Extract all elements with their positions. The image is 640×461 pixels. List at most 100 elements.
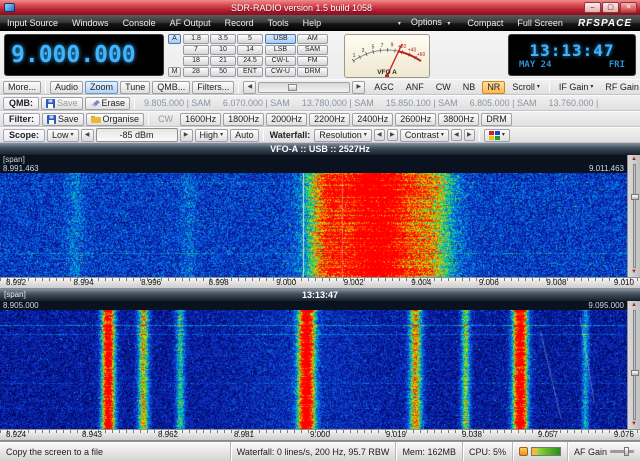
- frequency-scale-top[interactable]: 8.992 8.994 8.996 8.998 9.000 9.002 9.00…: [0, 277, 640, 289]
- scope-level-down-icon[interactable]: ◀: [81, 129, 94, 142]
- qmb-memory-2[interactable]: 6.070.000 | SAM: [218, 98, 295, 108]
- band-button-50[interactable]: 50: [210, 67, 236, 77]
- filter-2000hz-button[interactable]: 2000Hz: [266, 113, 307, 126]
- resolution-down-icon[interactable]: ◀: [374, 129, 385, 141]
- memory-button[interactable]: M: [168, 67, 181, 77]
- menu-record[interactable]: Record: [218, 15, 261, 31]
- tune-button[interactable]: Tune: [120, 81, 150, 94]
- slider-track[interactable]: [633, 164, 636, 268]
- menu-compact[interactable]: Compact: [460, 15, 510, 31]
- menu-af-output[interactable]: AF Output: [163, 15, 218, 31]
- menu-full-screen[interactable]: Full Screen: [510, 15, 570, 31]
- chevron-down-icon[interactable]: ▾: [395, 20, 404, 27]
- anf-toggle[interactable]: ANF: [401, 81, 429, 94]
- waterfall-resolution-dropdown[interactable]: Resolution▾: [314, 129, 372, 142]
- contrast-down-icon[interactable]: ◀: [451, 129, 462, 141]
- slider-thumb[interactable]: [631, 370, 639, 376]
- maximize-button[interactable]: ▢: [602, 2, 619, 13]
- slider-track[interactable]: [633, 310, 636, 420]
- scope-level-up-icon[interactable]: ▶: [180, 129, 193, 142]
- filter-save-button[interactable]: Save: [42, 113, 84, 126]
- frequency-display[interactable]: 9.000.000: [4, 34, 164, 76]
- band-button-18[interactable]: 18: [183, 56, 209, 66]
- qmb-erase-button[interactable]: Erase: [85, 97, 131, 110]
- scope-low-dropdown[interactable]: Low▾: [47, 129, 79, 142]
- scope-high-dropdown[interactable]: High▾: [195, 129, 229, 142]
- resolution-up-icon[interactable]: ▶: [387, 129, 398, 141]
- mode-button-cw-u[interactable]: CW-U: [265, 67, 296, 77]
- triangle-up-icon[interactable]: ▲: [631, 156, 637, 163]
- menu-console[interactable]: Console: [116, 15, 163, 31]
- zoom-slider[interactable]: [258, 82, 350, 93]
- qmb-memory-6[interactable]: 13.760.000 |: [543, 98, 603, 108]
- audio-button[interactable]: Audio: [50, 81, 83, 94]
- scroll-dropdown[interactable]: Scroll▾: [507, 81, 545, 94]
- filter-2400hz-button[interactable]: 2400Hz: [352, 113, 393, 126]
- slider-thumb[interactable]: [631, 194, 639, 200]
- filter-3800hz-button[interactable]: 3800Hz: [438, 113, 479, 126]
- qmb-memory-3[interactable]: 13.780.000 | SAM: [297, 98, 379, 108]
- more-button[interactable]: More...: [3, 81, 41, 94]
- close-button[interactable]: ✕: [620, 2, 637, 13]
- enter-button[interactable]: ENT: [237, 67, 263, 77]
- zoom-slider-left-icon[interactable]: ◀: [243, 81, 256, 94]
- triangle-down-icon[interactable]: ▼: [631, 421, 637, 428]
- waterfall-top-zoom-slider[interactable]: ▲ ▼: [627, 155, 640, 277]
- menu-options[interactable]: Options ▾: [404, 14, 461, 32]
- filter-organise-button[interactable]: Organise: [86, 113, 145, 126]
- af-gain-thumb[interactable]: [624, 447, 629, 456]
- cw-toggle[interactable]: CW: [431, 81, 456, 94]
- minimize-button[interactable]: –: [584, 2, 601, 13]
- qmb-memory-1[interactable]: 9.805.000 | SAM: [139, 98, 216, 108]
- triangle-down-icon[interactable]: ▼: [631, 269, 637, 276]
- af-gain-slider[interactable]: [610, 450, 634, 453]
- zoom-slider-thumb[interactable]: [288, 84, 297, 91]
- waterfall-bottom-zoom-slider[interactable]: ▲ ▼: [627, 301, 640, 429]
- mode-button-sam[interactable]: SAM: [297, 45, 328, 55]
- menu-windows[interactable]: Windows: [65, 15, 116, 31]
- mode-button-usb[interactable]: USB: [265, 34, 296, 44]
- menu-help[interactable]: Help: [296, 15, 329, 31]
- qmb-save-button[interactable]: Save: [41, 97, 83, 110]
- filters-button[interactable]: Filters...: [192, 81, 234, 94]
- mode-button-cw-l[interactable]: CW-L: [265, 56, 296, 66]
- rf-gain-dropdown[interactable]: RF Gain▾: [600, 81, 640, 94]
- waterfall-palette-button[interactable]: ▾: [484, 129, 510, 142]
- band-button-10[interactable]: 10: [210, 45, 236, 55]
- band-button-24-5[interactable]: 24.5: [237, 56, 263, 66]
- band-button-3-5[interactable]: 3.5: [210, 34, 236, 44]
- zoom-button[interactable]: Zoom: [85, 81, 118, 94]
- qmb-memory-5[interactable]: 6.805.000 | SAM: [465, 98, 542, 108]
- waterfall-contrast-dropdown[interactable]: Contrast▾: [400, 129, 449, 142]
- filter-drm-button[interactable]: DRM: [481, 113, 512, 126]
- band-button-14[interactable]: 14: [237, 45, 263, 55]
- filter-1800hz-button[interactable]: 1800Hz: [223, 113, 264, 126]
- band-button-5[interactable]: 5: [237, 34, 263, 44]
- qmb-button[interactable]: QMB...: [152, 81, 190, 94]
- waterfall-top-canvas[interactable]: [0, 173, 627, 277]
- qmb-memory-4[interactable]: 15.850.100 | SAM: [381, 98, 463, 108]
- waterfall-bottom-canvas[interactable]: [0, 310, 627, 429]
- nr-toggle[interactable]: NR: [482, 81, 505, 94]
- mode-button-drm[interactable]: DRM: [297, 67, 328, 77]
- mode-button-fm[interactable]: FM: [297, 56, 328, 66]
- filter-cw-button[interactable]: CW: [153, 113, 178, 126]
- filter-2600hz-button[interactable]: 2600Hz: [395, 113, 436, 126]
- if-gain-dropdown[interactable]: IF Gain▾: [554, 81, 599, 94]
- vfo-a-button[interactable]: A: [168, 34, 181, 44]
- band-button-1-8[interactable]: 1.8: [183, 34, 209, 44]
- mode-button-lsb[interactable]: LSB: [265, 45, 296, 55]
- menu-input-source[interactable]: Input Source: [0, 15, 65, 31]
- mode-button-am[interactable]: AM: [297, 34, 328, 44]
- band-button-21[interactable]: 21: [210, 56, 236, 66]
- nb-toggle[interactable]: NB: [458, 81, 481, 94]
- scope-auto-button[interactable]: Auto: [230, 129, 259, 142]
- frequency-scale-bottom[interactable]: 8.924 8.943 8.962 8.981 9.000 9.019 9.03…: [0, 429, 640, 441]
- filter-1600hz-button[interactable]: 1600Hz: [180, 113, 221, 126]
- band-button-28[interactable]: 28: [183, 67, 209, 77]
- menu-tools[interactable]: Tools: [261, 15, 296, 31]
- band-button-7[interactable]: 7: [183, 45, 209, 55]
- zoom-slider-right-icon[interactable]: ▶: [352, 81, 365, 94]
- triangle-up-icon[interactable]: ▲: [631, 302, 637, 309]
- filter-2200hz-button[interactable]: 2200Hz: [309, 113, 350, 126]
